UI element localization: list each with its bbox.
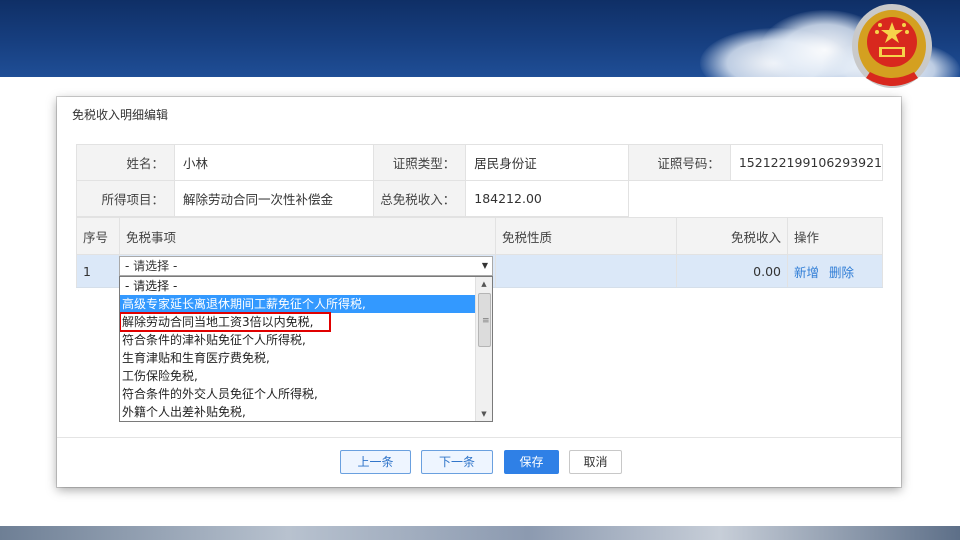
id-number-label: 证照号码： [627, 144, 731, 181]
add-row-link[interactable]: 新增 [794, 265, 819, 280]
name-label: 姓名： [76, 144, 175, 181]
income-item-label: 所得项目： [76, 180, 175, 217]
id-type-label: 证照类型： [373, 144, 467, 181]
footer-banner [0, 526, 960, 540]
row-ops: 新增 删除 [787, 254, 883, 288]
row-seq: 1 [76, 254, 120, 288]
col-seq: 序号 [76, 217, 120, 255]
scroll-up-icon[interactable]: ▲ [476, 277, 492, 291]
total-exempt-value: 184212.00 [465, 180, 629, 217]
scroll-thumb[interactable]: ≡ [478, 293, 491, 347]
id-type-value: 居民身份证 [465, 144, 629, 181]
col-matter: 免税事项 [119, 217, 496, 255]
grip-icon: ≡ [482, 316, 490, 326]
save-button[interactable]: 保存 [504, 450, 559, 474]
option-allowance[interactable]: 符合条件的津补贴免征个人所得税, [120, 331, 478, 349]
option-senior-expert[interactable]: 高级专家延长离退休期间工薪免征个人所得税, [120, 295, 478, 313]
empty-cell [628, 180, 731, 217]
col-nature: 免税性质 [495, 217, 677, 255]
footer-divider [57, 437, 901, 438]
row-nature-cell [495, 254, 677, 288]
option-placeholder[interactable]: - 请选择 - [120, 277, 481, 295]
option-diplomat[interactable]: 符合条件的外交人员免征个人所得税, [120, 385, 478, 403]
option-work-injury[interactable]: 工伤保险免税, [120, 367, 478, 385]
total-exempt-label: 总免税收入： [373, 180, 467, 217]
col-income: 免税收入 [676, 217, 788, 255]
select-value: - 请选择 - [125, 259, 178, 273]
name-value: 小林 [173, 144, 375, 181]
option-foreign-travel-allowance[interactable]: 外籍个人出差补贴免税, [120, 403, 478, 421]
exempt-matter-select[interactable]: - 请选择 - ▼ [119, 256, 493, 276]
delete-row-link[interactable]: 删除 [829, 265, 854, 280]
empty-cell [730, 180, 883, 217]
id-number-value: 152122199106293921 [729, 144, 884, 181]
exempt-matter-dropdown[interactable]: - 请选择 - 高级专家延长离退休期间工薪免征个人所得税, 解除劳动合同当地工资… [119, 276, 493, 422]
dropdown-arrow-icon[interactable]: ▼ [482, 257, 488, 275]
option-labor-contract-termination[interactable]: 解除劳动合同当地工资3倍以内免税, [120, 312, 331, 332]
cancel-button[interactable]: 取消 [569, 450, 622, 474]
dialog-title: 免税收入明细编辑 [72, 108, 169, 122]
income-item-value: 解除劳动合同一次性补偿金 [173, 180, 375, 217]
option-maternity[interactable]: 生育津贴和生育医疗费免税, [120, 349, 478, 367]
next-button[interactable]: 下一条 [421, 450, 493, 474]
info-grid: 姓名： 小林 证照类型： 居民身份证 证照号码： 152122199106293… [76, 144, 884, 217]
prev-button[interactable]: 上一条 [340, 450, 411, 474]
header-banner [0, 0, 960, 77]
dropdown-scrollbar[interactable]: ▲ ≡ ▼ [475, 277, 492, 421]
scroll-down-icon[interactable]: ▼ [476, 407, 492, 421]
national-emblem-icon [852, 4, 932, 88]
row-income: 0.00 [676, 254, 788, 288]
col-ops: 操作 [787, 217, 883, 255]
